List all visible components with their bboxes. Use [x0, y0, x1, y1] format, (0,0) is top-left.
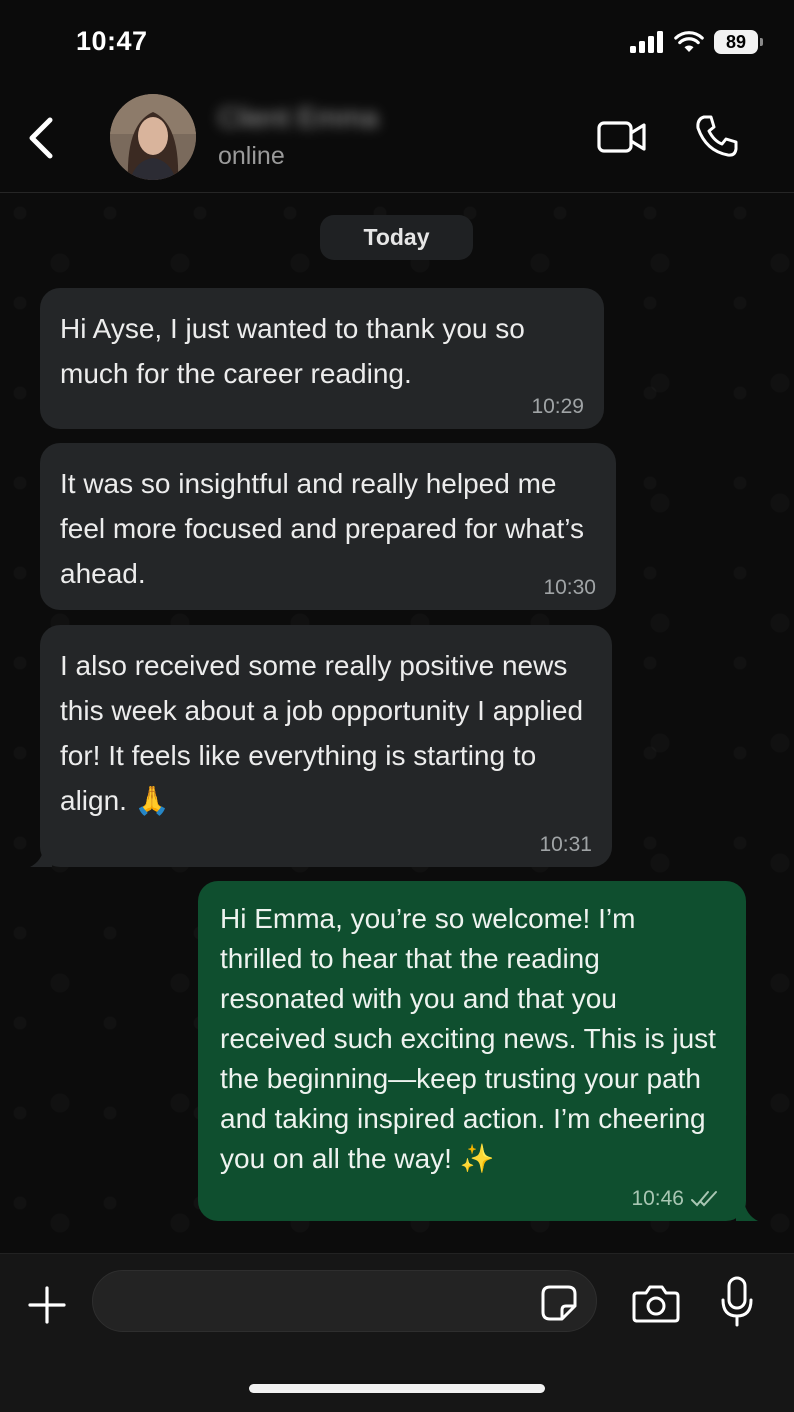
- message-text: Hi Emma, you’re so welcome! I’m thrilled…: [220, 903, 716, 1174]
- message-time: 10:29: [531, 395, 584, 418]
- avatar[interactable]: [110, 94, 196, 180]
- message-bubble-incoming[interactable]: I also received some really positive new…: [30, 625, 612, 867]
- message-bubble-incoming[interactable]: It was so insightful and really helped m…: [40, 443, 616, 610]
- wifi-icon: [674, 31, 704, 52]
- message-time: 10:46: [631, 1187, 684, 1210]
- microphone-icon[interactable]: [720, 1276, 754, 1328]
- video-camera-icon[interactable]: [596, 116, 648, 158]
- chat-header: Client Emma online: [0, 88, 794, 193]
- signal-icon: [630, 31, 663, 53]
- chevron-left-icon[interactable]: [24, 114, 60, 162]
- message-bubble-incoming[interactable]: Hi Ayse, I just wanted to thank you so m…: [40, 288, 604, 429]
- message-meta: 10:31: [539, 833, 592, 857]
- bubble-tail: [30, 847, 52, 867]
- message-time: 10:31: [539, 833, 592, 856]
- contact-status: online: [218, 142, 285, 170]
- double-check-icon: [691, 1191, 717, 1207]
- message-meta: 10:46: [631, 1187, 718, 1211]
- chat-area[interactable]: Today Hi Ayse, I just wanted to thank yo…: [0, 193, 794, 1253]
- status-bar: 10:47 89: [0, 0, 794, 88]
- contact-name[interactable]: Client Emma: [218, 102, 378, 134]
- message-text: Hi Ayse, I just wanted to thank you so m…: [60, 313, 525, 389]
- home-indicator[interactable]: [249, 1384, 545, 1393]
- message-text: I also received some really positive new…: [60, 650, 584, 816]
- camera-icon[interactable]: [632, 1282, 680, 1324]
- battery-level: 89: [725, 31, 747, 52]
- message-bubble-outgoing[interactable]: Hi Emma, you’re so welcome! I’m thrilled…: [198, 881, 758, 1221]
- message-time: 10:30: [543, 576, 596, 599]
- status-time: 10:47: [76, 26, 148, 56]
- date-divider: Today: [320, 215, 473, 260]
- bubble-tail: [736, 1201, 758, 1221]
- message-meta: 10:29: [531, 395, 584, 419]
- plus-icon[interactable]: [26, 1284, 68, 1326]
- message-text: It was so insightful and really helped m…: [60, 468, 585, 589]
- message-meta: 10:30: [543, 576, 596, 600]
- battery-icon: 89: [714, 30, 763, 54]
- message-input[interactable]: [92, 1270, 597, 1332]
- sticker-icon[interactable]: [540, 1284, 578, 1322]
- phone-icon[interactable]: [692, 112, 740, 160]
- status-icons: 89: [630, 30, 763, 54]
